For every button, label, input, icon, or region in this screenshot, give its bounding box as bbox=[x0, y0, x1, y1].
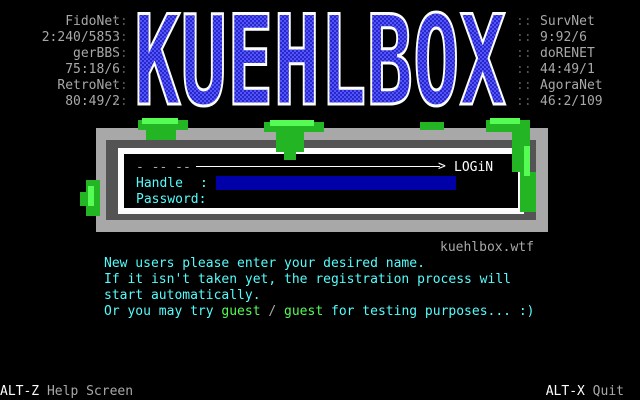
handle-input[interactable] bbox=[216, 176, 456, 190]
arrow-right-icon: > bbox=[438, 159, 446, 174]
help-label: Help Screen bbox=[39, 384, 134, 399]
help-shortcut[interactable]: ALT-Z Help Screen bbox=[0, 384, 133, 400]
separator: :: bbox=[516, 94, 532, 109]
handle-label: Handle bbox=[136, 176, 183, 191]
login-title: LOGiN bbox=[454, 160, 494, 175]
guest-password: guest bbox=[284, 304, 324, 319]
arrow-right-icon bbox=[196, 166, 440, 167]
password-label: Password: bbox=[136, 192, 207, 207]
separator: :: bbox=[516, 62, 532, 77]
login-header-dashes: - -- -- bbox=[136, 160, 191, 175]
network-item: 2:240/5853 bbox=[42, 30, 120, 46]
info-message: New users please enter your desired name… bbox=[104, 256, 425, 271]
handle-colon: : bbox=[200, 176, 208, 191]
separator: :: bbox=[112, 30, 128, 45]
bbs-login-screen: FidoNet 2:240/5853 gerBBS 75:18/6 RetroN… bbox=[0, 0, 640, 400]
separator: :: bbox=[112, 14, 128, 29]
separator: :: bbox=[516, 14, 532, 29]
network-address: 9:92/6 bbox=[540, 30, 587, 45]
quit-key: ALT-X bbox=[545, 384, 585, 399]
separator: :: bbox=[112, 78, 128, 93]
separator: :: bbox=[516, 46, 532, 61]
network-address: 46:2/109 bbox=[540, 94, 603, 109]
host-label: kuehlbox.wtf bbox=[440, 240, 534, 255]
network-item: RetroNet bbox=[57, 78, 120, 94]
guest-hint-prefix: Or you may try bbox=[104, 304, 222, 319]
separator: :: bbox=[112, 46, 128, 61]
separator: :: bbox=[516, 30, 532, 45]
network-address: 44:49/1 bbox=[540, 62, 595, 77]
separator: :: bbox=[112, 94, 128, 109]
network-name: RetroNet bbox=[57, 78, 120, 93]
logo-text: KUEHLBOX bbox=[134, 4, 506, 114]
quit-shortcut[interactable]: ALT-X Quit bbox=[546, 384, 624, 400]
guest-hint: Or you may try guest / guest for testing… bbox=[104, 304, 535, 320]
guest-hint-suffix: for testing purposes... :) bbox=[323, 304, 535, 319]
help-key: ALT-Z bbox=[0, 384, 40, 399]
network-name: doRENET bbox=[540, 46, 595, 61]
separator: :: bbox=[516, 78, 532, 93]
network-address: 2:240/5853 bbox=[41, 30, 120, 45]
quit-label: Quit bbox=[584, 384, 624, 399]
info-message: If it isn't taken yet, the registration … bbox=[104, 272, 511, 287]
network-name: AgoraNet bbox=[540, 78, 603, 93]
password-input[interactable] bbox=[216, 192, 456, 206]
guest-username: guest bbox=[221, 304, 261, 319]
kuehlbox-logo: KUEHLBOX bbox=[133, 4, 508, 114]
guest-slash: / bbox=[260, 304, 285, 319]
separator: :: bbox=[112, 62, 128, 77]
info-message: start automatically. bbox=[104, 288, 261, 303]
network-name: SurvNet bbox=[540, 14, 595, 29]
